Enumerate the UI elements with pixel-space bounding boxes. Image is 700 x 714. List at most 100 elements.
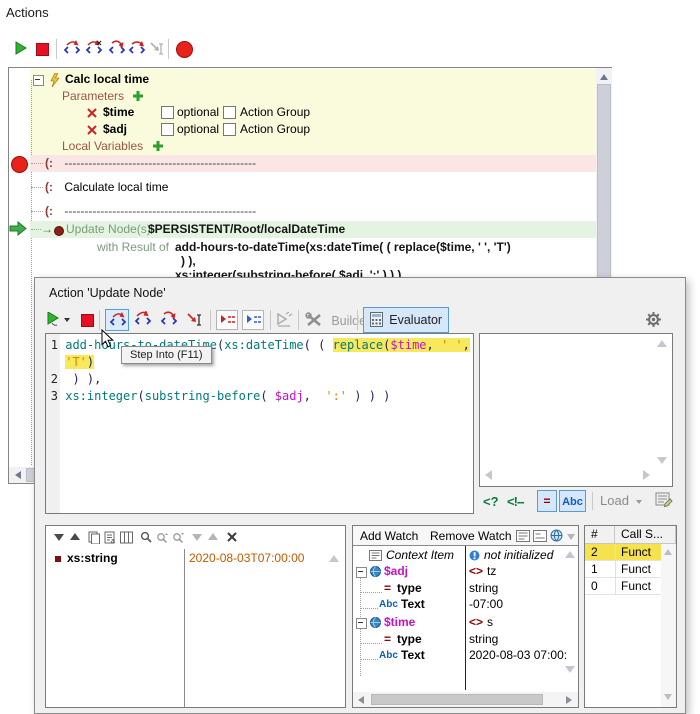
tree-row-param-adj[interactable]: $adj optional Action Group xyxy=(87,121,567,138)
add-parameter-icon[interactable] xyxy=(132,90,144,102)
find-prev-icon[interactable] xyxy=(156,531,169,544)
find-icon[interactable] xyxy=(140,531,153,544)
action-group-checkbox[interactable] xyxy=(223,106,236,119)
output-row[interactable]: xs:string 2020-08-03T07:00:00 xyxy=(46,550,345,567)
watch-row-time-text[interactable]: Abc Text xyxy=(353,647,465,664)
evaluator-button[interactable]: Evaluator xyxy=(363,307,449,333)
callstack-col-num[interactable]: # xyxy=(585,526,615,544)
globe-icon[interactable] xyxy=(550,529,563,542)
run-icon[interactable] xyxy=(47,312,61,327)
step-out-icon[interactable] xyxy=(160,311,178,329)
copy-line-icon[interactable] xyxy=(88,531,100,544)
watch-row-adj[interactable]: $adj xyxy=(353,563,465,580)
tree-row-update-node[interactable]: → Update Node(s) $PERSISTENT/Root/localD… xyxy=(41,221,581,238)
copy-all-icon[interactable]: a xyxy=(104,531,117,544)
scroll-left-arrow[interactable] xyxy=(15,471,21,479)
remove-watch-button[interactable]: Remove Watch xyxy=(430,529,512,543)
xml-comment-icon[interactable]: <!-- xyxy=(507,494,524,509)
scroll-down-arrow[interactable] xyxy=(657,457,667,464)
step-into-button[interactable] xyxy=(105,309,129,331)
output-column-splitter[interactable] xyxy=(184,549,185,707)
step-over-icon[interactable] xyxy=(85,40,103,58)
expression-editor[interactable]: 1 add-hours-to-dateTime(xs:dateTime( ( r… xyxy=(45,333,474,514)
builder-tools-icon xyxy=(305,312,324,328)
frame-number: 2 xyxy=(591,544,598,561)
show-text-button[interactable]: Abc xyxy=(559,490,586,512)
scroll-down-arrow[interactable] xyxy=(664,694,672,700)
callstack-vscrollbar[interactable] xyxy=(661,544,676,707)
scroll-right-arrow[interactable] xyxy=(643,470,650,480)
step-current-icon[interactable] xyxy=(128,40,146,58)
run-to-cursor-icon[interactable] xyxy=(186,311,204,329)
tree-row-param-time[interactable]: $time optional Action Group xyxy=(87,104,567,121)
run-icon[interactable] xyxy=(14,41,28,55)
optional-label: optional xyxy=(177,121,219,138)
scroll-up-arrow[interactable] xyxy=(600,74,608,80)
collapse-box[interactable] xyxy=(356,567,367,578)
edit-form-icon[interactable] xyxy=(655,491,673,509)
builder-button[interactable]: Builder xyxy=(305,310,370,332)
clear-icon[interactable] xyxy=(226,531,238,543)
watch-row-time[interactable]: $time xyxy=(353,614,465,631)
step-out-icon[interactable] xyxy=(108,40,126,58)
add-variable-icon[interactable] xyxy=(152,140,164,152)
tree-row-comment3[interactable]: (: -------------------------------------… xyxy=(45,203,256,220)
output-toolbar: a xyxy=(46,526,345,548)
watch-row-adj-type[interactable]: = type xyxy=(353,580,465,597)
watch-row-time-type[interactable]: = type xyxy=(353,631,465,648)
equals-icon: = xyxy=(384,631,391,648)
find-next-icon[interactable] xyxy=(172,531,185,544)
tree-row-local-variables[interactable]: Local Variables xyxy=(62,138,164,155)
goto-prev-icon[interactable] xyxy=(70,533,80,540)
tree-row-parameters[interactable]: Parameters xyxy=(62,88,144,105)
scroll-left-arrow[interactable] xyxy=(358,696,364,704)
show-equals-button[interactable]: = xyxy=(537,490,557,512)
scroll-down-arrow[interactable] xyxy=(565,666,575,673)
stop-icon[interactable] xyxy=(81,314,94,327)
xml-pi-icon[interactable]: <? xyxy=(483,494,499,509)
watch-hscrollbar[interactable] xyxy=(353,692,578,707)
node-glyph: <> xyxy=(469,563,483,580)
step-into-icon[interactable] xyxy=(63,40,81,58)
columns-icon[interactable] xyxy=(120,531,133,544)
view-list-icon[interactable] xyxy=(516,530,530,542)
collapse-box[interactable] xyxy=(33,75,44,86)
step-over-icon[interactable] xyxy=(134,311,152,329)
tree-row-comment1[interactable]: (: -------------------------------------… xyxy=(45,155,256,172)
load-dropdown-arrow[interactable] xyxy=(636,500,642,504)
action-bullet-icon xyxy=(54,226,64,236)
collapse-box[interactable] xyxy=(356,618,367,629)
run-dropdown-arrow[interactable] xyxy=(64,318,70,322)
optional-checkbox[interactable] xyxy=(161,106,174,119)
add-watch-button[interactable]: Add Watch xyxy=(360,529,418,543)
scroll-up-arrow[interactable] xyxy=(664,549,672,555)
optional-checkbox[interactable] xyxy=(161,123,174,136)
action-group-checkbox[interactable] xyxy=(223,123,236,136)
watch-hscroll-thumb[interactable] xyxy=(371,694,543,705)
settings-gear-icon[interactable] xyxy=(645,311,662,328)
view-compact-icon[interactable] xyxy=(533,530,547,542)
tree-row-root[interactable]: Calc local time xyxy=(33,71,573,88)
output-list-panel: a xs:string 2020-08-03T07:00:00 xyxy=(45,525,346,708)
delete-param-icon[interactable] xyxy=(87,108,97,118)
load-button[interactable]: Load xyxy=(600,493,629,508)
header-down-arrow[interactable] xyxy=(567,534,575,540)
callstack-col-name[interactable]: Call S... xyxy=(615,526,676,544)
watch-row-context[interactable]: Context Item xyxy=(353,547,465,564)
watch-row-adj-text[interactable]: Abc Text xyxy=(353,596,465,613)
breakpoint-icon[interactable] xyxy=(11,156,28,173)
goto-next-icon[interactable] xyxy=(54,534,64,541)
insert-breakpoint-button[interactable] xyxy=(216,310,238,330)
scroll-left-arrow[interactable] xyxy=(485,470,492,480)
scroll-up-arrow[interactable] xyxy=(565,551,575,558)
tree-row-comment2[interactable]: (: Calculate local time xyxy=(45,179,168,196)
scroll-right-arrow[interactable] xyxy=(566,696,572,704)
scroll-up-arrow[interactable] xyxy=(657,340,667,347)
stop-icon[interactable] xyxy=(36,43,49,56)
result-panel[interactable] xyxy=(479,333,673,487)
type-label: type xyxy=(397,580,422,597)
delete-param-icon[interactable] xyxy=(87,125,97,135)
toggle-breakpoint-icon[interactable] xyxy=(176,41,193,58)
insert-tracepoint-button[interactable] xyxy=(242,310,264,330)
scroll-up-arrow[interactable] xyxy=(329,555,339,562)
